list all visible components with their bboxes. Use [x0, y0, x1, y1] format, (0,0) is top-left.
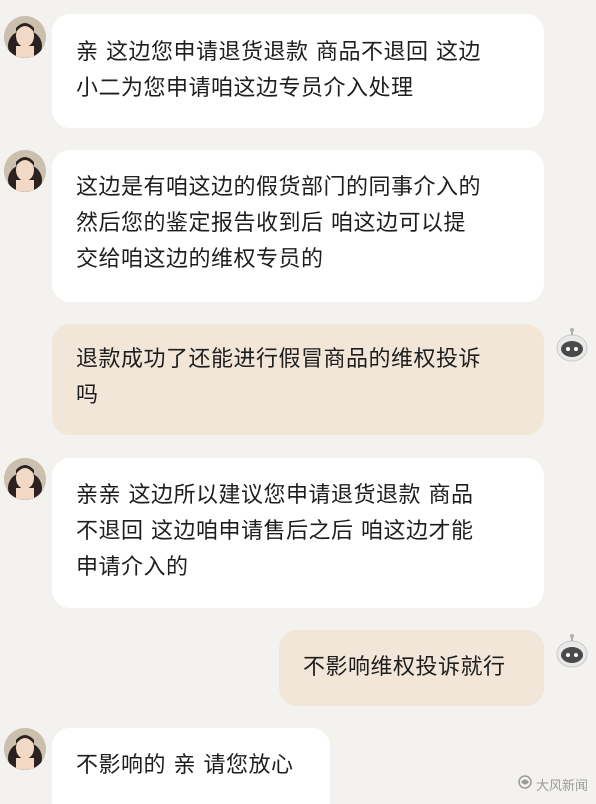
- agent-avatar[interactable]: [4, 728, 46, 770]
- message-bubble-agent: 这边是有咱这边的假货部门的同事介入的 然后您的鉴定报告收到后 咱这边可以提 交给…: [52, 150, 544, 302]
- watermark: 大风新闻: [517, 774, 588, 794]
- agent-avatar[interactable]: [4, 150, 46, 192]
- agent-avatar[interactable]: [4, 458, 46, 500]
- user-avatar-icon[interactable]: [552, 632, 592, 672]
- chat-thread: 亲 这边您申请退货退款 商品不退回 这边 小二为您申请咱这边专员介入处理 这边是…: [0, 0, 596, 804]
- fengniao-logo-icon: [517, 774, 533, 794]
- message-bubble-agent: 亲亲 这边所以建议您申请退货退款 商品 不退回 这边咱申请售后之后 咱这边才能 …: [52, 458, 544, 608]
- message-bubble-agent: 不影响的 亲 请您放心: [52, 728, 330, 804]
- message-bubble-agent: 亲 这边您申请退货退款 商品不退回 这边 小二为您申请咱这边专员介入处理: [52, 14, 544, 128]
- message-bubble-user: 退款成功了还能进行假冒商品的维权投诉 吗: [52, 324, 544, 435]
- watermark-text: 大风新闻: [535, 778, 588, 794]
- agent-avatar[interactable]: [4, 16, 46, 58]
- user-avatar-icon[interactable]: [552, 326, 592, 366]
- message-bubble-user: 不影响维权投诉就行: [279, 630, 544, 706]
